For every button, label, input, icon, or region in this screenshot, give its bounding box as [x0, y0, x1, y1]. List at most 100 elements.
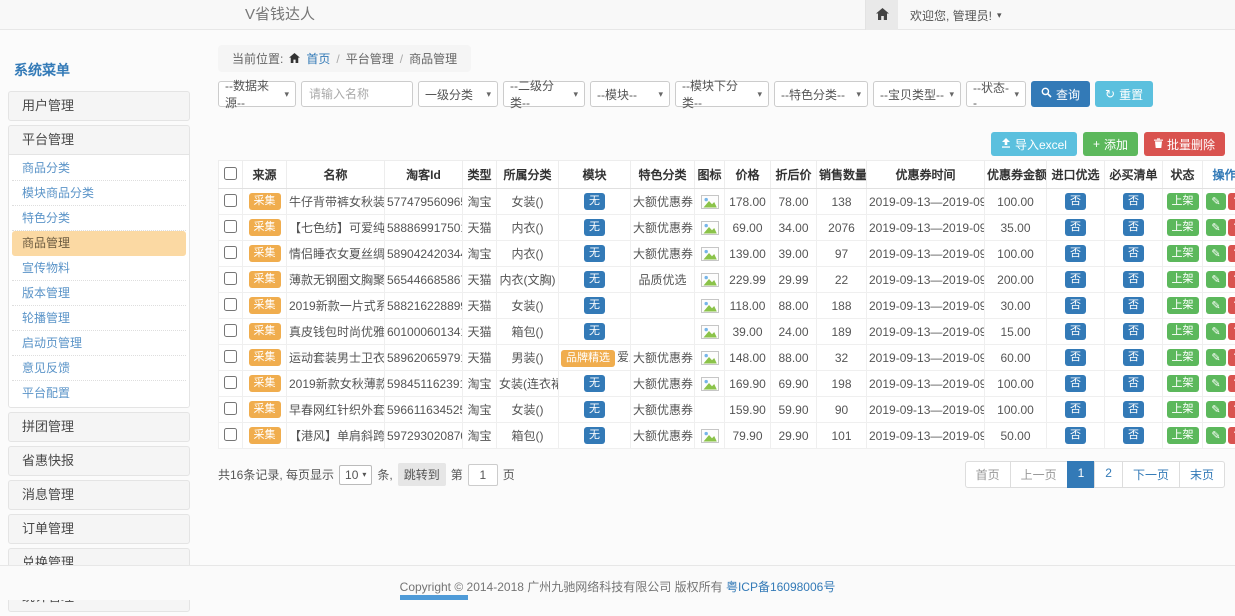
must-buy-toggle[interactable]: 否 — [1123, 401, 1144, 418]
sidebar-item[interactable]: 平台配置 — [12, 381, 186, 406]
import-toggle[interactable]: 否 — [1065, 427, 1086, 444]
import-excel-button[interactable]: 导入excel — [991, 132, 1077, 156]
import-toggle[interactable]: 否 — [1065, 297, 1086, 314]
data-source-select[interactable]: --数据来源-- ▾ — [218, 81, 296, 107]
import-toggle[interactable]: 否 — [1065, 193, 1086, 210]
filter-select[interactable]: --模块下分类--▾ — [675, 81, 769, 107]
sidebar-item[interactable]: 模块商品分类 — [12, 181, 186, 206]
status-toggle[interactable]: 上架 — [1167, 349, 1199, 366]
reset-button[interactable]: ↻ 重置 — [1095, 81, 1153, 107]
status-toggle[interactable]: 上架 — [1167, 375, 1199, 392]
status-toggle[interactable]: 上架 — [1167, 271, 1199, 288]
search-button[interactable]: 查询 — [1031, 81, 1090, 107]
batch-delete-button[interactable]: 批量删除 — [1144, 132, 1225, 156]
page-button[interactable]: 首页 — [965, 461, 1011, 488]
delete-button[interactable] — [1228, 349, 1235, 366]
delete-button[interactable] — [1228, 297, 1235, 314]
name-search-input[interactable] — [301, 81, 413, 107]
delete-button[interactable] — [1228, 193, 1235, 210]
import-toggle[interactable]: 否 — [1065, 245, 1086, 262]
status-toggle[interactable]: 上架 — [1167, 219, 1199, 236]
must-buy-toggle[interactable]: 否 — [1123, 323, 1144, 340]
sidebar-item[interactable]: 轮播管理 — [12, 306, 186, 331]
sidebar-group-header[interactable]: 平台管理 — [9, 126, 189, 154]
must-buy-toggle[interactable]: 否 — [1123, 245, 1144, 262]
jump-button[interactable]: 跳转到 — [398, 463, 446, 486]
sidebar-group-header[interactable]: 拼团管理 — [9, 413, 189, 441]
sidebar-item[interactable]: 商品分类 — [12, 156, 186, 181]
edit-button[interactable]: ✎ — [1206, 375, 1226, 392]
status-toggle[interactable]: 上架 — [1167, 193, 1199, 210]
delete-button[interactable] — [1228, 401, 1235, 418]
delete-button[interactable] — [1228, 219, 1235, 236]
status-toggle[interactable]: 上架 — [1167, 297, 1199, 314]
row-checkbox[interactable] — [224, 298, 237, 311]
must-buy-toggle[interactable]: 否 — [1123, 193, 1144, 210]
edit-button[interactable]: ✎ — [1206, 193, 1226, 210]
filter-select[interactable]: --二级分类--▾ — [503, 81, 585, 107]
row-checkbox[interactable] — [224, 194, 237, 207]
edit-button[interactable]: ✎ — [1206, 323, 1226, 340]
sidebar-group-header[interactable]: 订单管理 — [9, 515, 189, 543]
sidebar-item[interactable]: 特色分类 — [12, 206, 186, 231]
sidebar-group-header[interactable]: 省惠快报 — [9, 447, 189, 475]
home-button[interactable] — [866, 0, 898, 30]
must-buy-toggle[interactable]: 否 — [1123, 271, 1144, 288]
filter-select[interactable]: 一级分类▾ — [418, 81, 498, 107]
status-toggle[interactable]: 上架 — [1167, 245, 1199, 262]
row-checkbox[interactable] — [224, 428, 237, 441]
import-toggle[interactable]: 否 — [1065, 375, 1086, 392]
user-menu[interactable]: 欢迎您, 管理员! ▾ — [898, 0, 1014, 30]
breadcrumb-home-link[interactable]: 首页 — [306, 50, 330, 67]
delete-button[interactable] — [1228, 375, 1235, 392]
must-buy-toggle[interactable]: 否 — [1123, 427, 1144, 444]
filter-select[interactable]: --宝贝类型--▾ — [873, 81, 961, 107]
delete-button[interactable] — [1228, 245, 1235, 262]
row-checkbox[interactable] — [224, 324, 237, 337]
import-toggle[interactable]: 否 — [1065, 349, 1086, 366]
edit-button[interactable]: ✎ — [1206, 271, 1226, 288]
page-button[interactable]: 末页 — [1179, 461, 1225, 488]
filter-select[interactable]: --状态--▾ — [966, 81, 1026, 107]
add-button[interactable]: + 添加 — [1083, 132, 1138, 156]
row-checkbox[interactable] — [224, 246, 237, 259]
page-button[interactable]: 2 — [1094, 461, 1123, 488]
must-buy-toggle[interactable]: 否 — [1123, 297, 1144, 314]
edit-button[interactable]: ✎ — [1206, 427, 1226, 444]
edit-button[interactable]: ✎ — [1206, 219, 1226, 236]
filter-select[interactable]: --模块--▾ — [590, 81, 670, 107]
page-button[interactable]: 上一页 — [1010, 461, 1068, 488]
row-checkbox[interactable] — [224, 402, 237, 415]
edit-button[interactable]: ✎ — [1206, 297, 1226, 314]
must-buy-toggle[interactable]: 否 — [1123, 219, 1144, 236]
status-toggle[interactable]: 上架 — [1167, 401, 1199, 418]
import-toggle[interactable]: 否 — [1065, 271, 1086, 288]
select-all-checkbox[interactable] — [224, 167, 237, 180]
row-checkbox[interactable] — [224, 350, 237, 363]
import-toggle[interactable]: 否 — [1065, 219, 1086, 236]
row-checkbox[interactable] — [224, 220, 237, 233]
sidebar-item[interactable]: 版本管理 — [12, 281, 186, 306]
import-toggle[interactable]: 否 — [1065, 323, 1086, 340]
delete-button[interactable] — [1228, 427, 1235, 444]
sidebar-group-header[interactable]: 消息管理 — [9, 481, 189, 509]
sidebar-item[interactable]: 启动页管理 — [12, 331, 186, 356]
sidebar-item[interactable]: 宣传物料 — [12, 256, 186, 281]
sidebar-group-header[interactable]: 用户管理 — [9, 92, 189, 120]
page-button[interactable]: 下一页 — [1122, 461, 1180, 488]
status-toggle[interactable]: 上架 — [1167, 323, 1199, 340]
row-checkbox[interactable] — [224, 272, 237, 285]
status-toggle[interactable]: 上架 — [1167, 427, 1199, 444]
delete-button[interactable] — [1228, 323, 1235, 340]
must-buy-toggle[interactable]: 否 — [1123, 349, 1144, 366]
sidebar-item[interactable]: 商品管理 — [12, 231, 186, 256]
filter-select[interactable]: --特色分类--▾ — [774, 81, 868, 107]
sidebar-item[interactable]: 意见反馈 — [12, 356, 186, 381]
icp-link[interactable]: 粤ICP备16098006号 — [726, 580, 835, 594]
import-toggle[interactable]: 否 — [1065, 401, 1086, 418]
delete-button[interactable] — [1228, 271, 1235, 288]
must-buy-toggle[interactable]: 否 — [1123, 375, 1144, 392]
per-page-select[interactable]: 10 ▾ — [339, 465, 372, 485]
jump-page-input[interactable] — [468, 464, 498, 486]
page-button[interactable]: 1 — [1067, 461, 1096, 488]
